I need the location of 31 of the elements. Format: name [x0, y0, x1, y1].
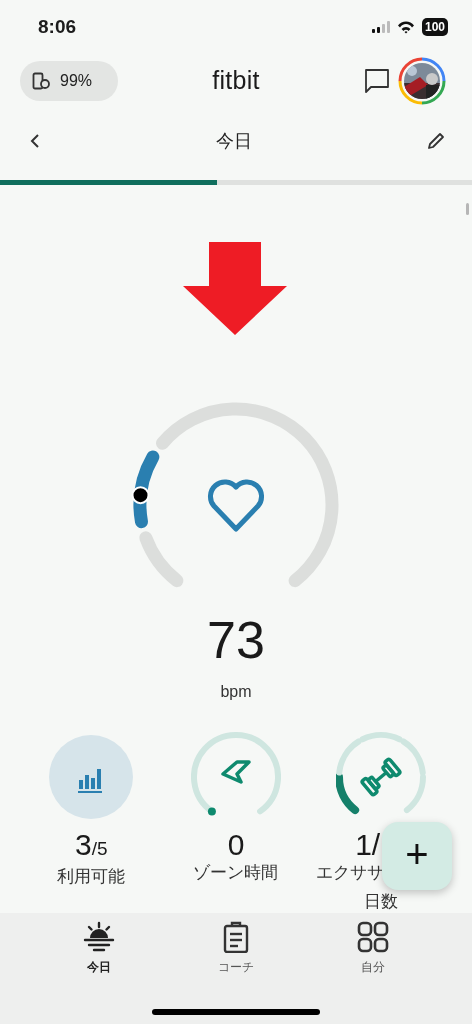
- scrollbar-thumb: [466, 202, 469, 215]
- stat-value: 3/5: [75, 827, 108, 863]
- stat-label: ゾーン時間: [193, 861, 279, 884]
- device-battery-button[interactable]: 99%: [20, 60, 118, 101]
- signal-icon: [371, 21, 390, 34]
- stat-value: 1/: [355, 827, 381, 862]
- date-title: 今日: [216, 129, 252, 153]
- nav-tab[interactable]: 自分: [333, 920, 414, 976]
- nav-tab[interactable]: コーチ: [196, 920, 276, 976]
- sunrise-icon: [82, 920, 115, 953]
- edit-icon[interactable]: [426, 130, 446, 151]
- heart-rate-marker: [131, 485, 150, 504]
- stat-label: エクササ: [315, 861, 384, 884]
- heart-icon: [208, 479, 264, 532]
- avatar[interactable]: [398, 56, 446, 105]
- add-button[interactable]: +: [382, 821, 452, 890]
- nav-tab[interactable]: 今日: [58, 920, 139, 976]
- heart-rate-value: 73: [207, 609, 265, 670]
- stat-value: 0: [227, 827, 245, 862]
- stat-label: 日数: [363, 890, 398, 913]
- battery-indicator: 100: [421, 18, 448, 37]
- app-logo: fitbit: [212, 66, 260, 96]
- phone-watch-icon: [32, 71, 50, 90]
- stat-label: 利用可能: [57, 865, 126, 888]
- wifi-icon: [396, 20, 415, 34]
- message-icon[interactable]: [364, 67, 390, 94]
- back-icon[interactable]: [28, 131, 42, 150]
- heart-rate-unit: bpm: [220, 681, 252, 702]
- down-arrow-icon: [183, 241, 287, 335]
- clock-time: 8:06: [38, 16, 77, 39]
- grid-icon: [357, 920, 390, 953]
